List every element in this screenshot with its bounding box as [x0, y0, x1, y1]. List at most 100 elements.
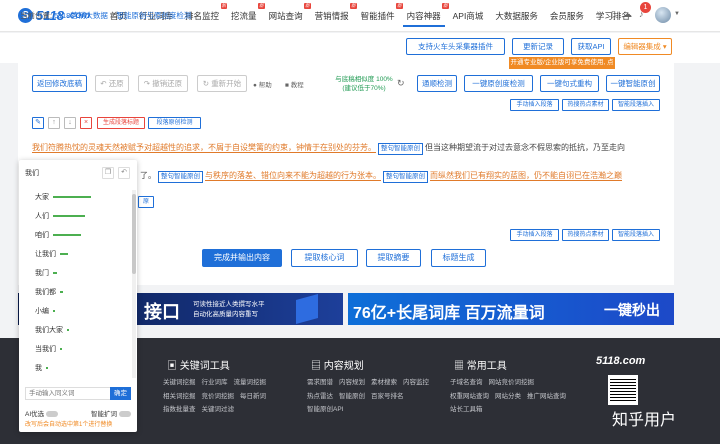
synonym-item[interactable]: 当我们	[35, 344, 62, 354]
finish-output-button[interactable]: 完成并输出内容	[202, 249, 282, 267]
originality-check-button[interactable]: 一键原创度检测	[464, 75, 533, 92]
footer-link[interactable]: 关键词挖掘	[163, 379, 196, 386]
footer-link[interactable]: 智能原创API	[307, 406, 343, 413]
nav-item-api[interactable]: API商城	[447, 10, 490, 22]
footer-link[interactable]: 素材搜索	[371, 379, 397, 386]
sentence-rewrite-button[interactable]: 一键句式重构	[540, 75, 599, 92]
arrow-down-icon[interactable]: ↓	[64, 117, 76, 129]
sentence-original-button[interactable]: 整句智能原创	[158, 171, 203, 183]
confirm-button[interactable]: 确定	[110, 387, 131, 400]
footer-link[interactable]: 热点雷达	[307, 393, 333, 400]
footer-link[interactable]: 行业词库	[202, 379, 228, 386]
footer-link[interactable]: 百家号排名	[371, 393, 404, 400]
smart-paragraph-button[interactable]: 智能段落插入	[612, 99, 660, 111]
footer-link[interactable]: 竞价词挖掘	[202, 393, 235, 400]
synonym-item[interactable]: 让我们	[35, 249, 68, 259]
undo-restore-label: 撤销还原	[152, 79, 183, 88]
banner-title: 接口	[144, 302, 180, 322]
synonym-item[interactable]: 我门	[35, 268, 57, 278]
ai-pick-toggle[interactable]: AI优选	[25, 408, 58, 418]
undo-icon[interactable]: ↶	[118, 167, 130, 179]
help-link[interactable]: ● 帮助	[253, 79, 272, 89]
synonym-item[interactable]: 我们都	[35, 287, 63, 297]
restore-button[interactable]: ↶ 还原	[95, 75, 129, 92]
banner-title: 76亿+长尾词库 百万流量词	[353, 305, 545, 322]
synonym-item[interactable]: 大家	[35, 192, 91, 202]
content-line-2[interactable]: 了。 整句智能原创 与秩序的落差、错位向来不能为超越的行为张本。 整句智能原创 而纵然我…	[140, 170, 662, 183]
nav-item-bigdata[interactable]: 大数据服务	[489, 10, 544, 22]
nav-item-content[interactable]: 内容神器新	[401, 3, 449, 27]
similarity-note: (建议低于70%)	[342, 85, 386, 92]
editor-integration-button[interactable]: 编辑器集成 ▾	[618, 38, 672, 55]
generate-title-bottom-button[interactable]: 标题生成	[431, 249, 486, 267]
synonym-item[interactable]: 我	[35, 363, 48, 373]
synonym-item[interactable]: 人们	[35, 211, 85, 221]
arrow-up-icon[interactable]: ↑	[48, 117, 60, 129]
mobile-icon[interactable]: ▯	[611, 9, 616, 20]
toggle-switch[interactable]	[118, 411, 131, 418]
footer-link[interactable]: 子域名查询	[450, 379, 483, 386]
scrollbar[interactable]	[132, 190, 136, 378]
footer-link[interactable]: 智能原创	[339, 393, 365, 400]
footer-link[interactable]: 网站竞价词挖掘	[489, 379, 535, 386]
breadcrumb-current[interactable]: 智能原创与原创度检测	[116, 11, 191, 20]
get-api-button[interactable]: 获取API	[571, 38, 611, 55]
refresh-similarity-icon[interactable]: ↻	[397, 78, 405, 89]
cloud-icon[interactable]: ☁	[623, 9, 632, 20]
hot-material-button[interactable]: 热搜热点素材	[562, 229, 609, 241]
nav-item-plugin[interactable]: 智能插件新	[355, 3, 403, 22]
footer-link[interactable]: 需求图谱	[307, 379, 333, 386]
generate-title-button[interactable]: 生成段落标题	[97, 117, 145, 129]
footer-link[interactable]: 相关词挖掘	[163, 393, 196, 400]
keyword-banner[interactable]: 76亿+长尾词库 百万流量词 一键秒出	[348, 293, 674, 325]
copy-icon[interactable]: ❐	[102, 167, 114, 179]
toggle-switch[interactable]	[45, 411, 58, 418]
extract-keywords-button[interactable]: 提取核心词	[291, 249, 358, 267]
nav-item-intel[interactable]: 营销情报新	[309, 3, 357, 22]
breadcrumb-home-link[interactable]: 5118营销大数据	[54, 11, 108, 20]
smart-expand-toggle[interactable]: 智能扩词	[91, 408, 131, 418]
nav-item-member[interactable]: 会员服务	[544, 10, 590, 22]
popup-title: 我们	[25, 170, 39, 177]
plugin-button[interactable]: 支持火车头采集器插件	[406, 38, 505, 55]
footer-link[interactable]: 站长工具箱	[450, 406, 483, 413]
chevron-down-icon[interactable]: ▼	[674, 11, 680, 17]
edit-icon[interactable]: ✎	[32, 117, 44, 129]
fluency-check-button[interactable]: 通顺检测	[417, 75, 457, 92]
footer-link[interactable]: 内容监控	[403, 379, 429, 386]
smart-paragraph-button[interactable]: 智能段落插入	[612, 229, 660, 241]
footer-link[interactable]: 每日新词	[240, 393, 266, 400]
footer-link[interactable]: 权重网站查询	[450, 393, 489, 400]
footer-link[interactable]: 推广网站查询	[527, 393, 566, 400]
hot-material-button[interactable]: 热搜热点素材	[562, 99, 609, 111]
insert-paragraph-button[interactable]: 手动插入段落	[510, 229, 559, 241]
avatar[interactable]	[655, 7, 671, 23]
synonym-item[interactable]: 我们大家	[35, 325, 69, 335]
extract-summary-button[interactable]: 提取摘要	[366, 249, 421, 267]
insert-paragraph-button[interactable]: 手动插入段落	[510, 99, 559, 111]
back-to-draft-button[interactable]: 返回修改底稿	[32, 75, 87, 92]
scrollbar-thumb[interactable]	[132, 194, 136, 274]
synonym-item[interactable]: 小编	[35, 306, 55, 316]
tutorial-link[interactable]: ■ 教程	[285, 79, 304, 89]
undo-restore-button[interactable]: ↷ 撤销还原	[138, 75, 188, 92]
promo-banner[interactable]: 开通专业版/企业版可享免费使用, 点击开通	[509, 57, 615, 78]
footer-link[interactable]: 网站分类	[495, 393, 521, 400]
restart-button[interactable]: ↻ 重新开始	[197, 75, 247, 92]
sentence-original-button[interactable]: 整句智能原创	[378, 143, 423, 155]
paragraph-originality-button[interactable]: 段落原创检测	[148, 117, 201, 129]
footer-link[interactable]: 指数批量查	[163, 406, 196, 413]
sentence-original-button[interactable]: 原	[138, 196, 154, 208]
delete-icon[interactable]: ×	[80, 117, 92, 129]
footer-link[interactable]: 流量词挖掘	[234, 379, 267, 386]
changelog-button[interactable]: 更新记录	[512, 38, 564, 55]
synonym-strength-bar	[53, 196, 91, 198]
nav-item-traffic[interactable]: 挖流量新	[225, 3, 265, 22]
one-click-original-button[interactable]: 一键智能原创	[606, 75, 660, 92]
synonym-item[interactable]: 咱们	[35, 230, 81, 240]
content-line-1[interactable]: 我们符腾热忱的灵魂天然被赋予对超越性的追求，不屑于自设樊篱的约束，钟情于在别处的…	[32, 142, 662, 155]
footer-link[interactable]: 内容规划	[339, 379, 365, 386]
sentence-original-button[interactable]: 整句智能原创	[383, 171, 428, 183]
footer-link[interactable]: 关键词过滤	[202, 406, 235, 413]
nav-item-site[interactable]: 网站查询新	[263, 3, 311, 22]
